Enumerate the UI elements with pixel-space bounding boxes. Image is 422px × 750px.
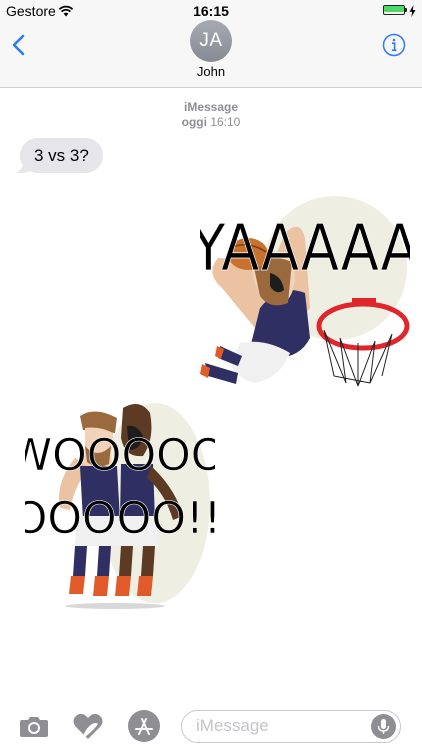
- sticker-caption-line1: WOOOOO: [25, 430, 215, 481]
- camera-icon: [20, 717, 48, 737]
- battery-tip: [405, 8, 407, 12]
- message-input-placeholder: iMessage: [196, 716, 269, 735]
- camera-button[interactable]: [19, 711, 49, 741]
- back-button[interactable]: [8, 33, 32, 57]
- chevron-left-icon: [12, 34, 25, 56]
- microphone-button[interactable]: [371, 714, 396, 739]
- info-button[interactable]: [382, 33, 406, 57]
- app-store-button[interactable]: [127, 709, 161, 743]
- timestamp-time: 16:10: [210, 115, 241, 129]
- woooo-celebration-sticker[interactable]: WOOOOO OOOOO!!: [8, 398, 226, 613]
- battery-level: [384, 6, 404, 12]
- digital-touch-heart-icon: [73, 713, 103, 739]
- microphone-icon: [377, 719, 390, 734]
- contact-name[interactable]: John: [0, 64, 422, 79]
- sticker-caption: YAAAAA: [200, 211, 410, 286]
- yaaaa-dunk-sticker[interactable]: YAAAAA: [190, 178, 419, 393]
- status-time: 16:15: [193, 3, 229, 19]
- contact-avatar[interactable]: JA: [190, 20, 232, 62]
- charging-bolt-icon: [409, 4, 416, 22]
- digital-touch-button[interactable]: [72, 710, 104, 742]
- incoming-message-bubble[interactable]: 3 vs 3?: [20, 138, 103, 173]
- info-icon: [382, 33, 406, 57]
- conversation-service-label: iMessage: [183, 100, 239, 114]
- conversation-timestamp: oggi 16:10: [0, 115, 422, 129]
- timestamp-day: oggi: [181, 115, 207, 129]
- app-store-icon: [128, 710, 160, 742]
- sticker-caption-line2: OOOOO!!: [25, 493, 215, 544]
